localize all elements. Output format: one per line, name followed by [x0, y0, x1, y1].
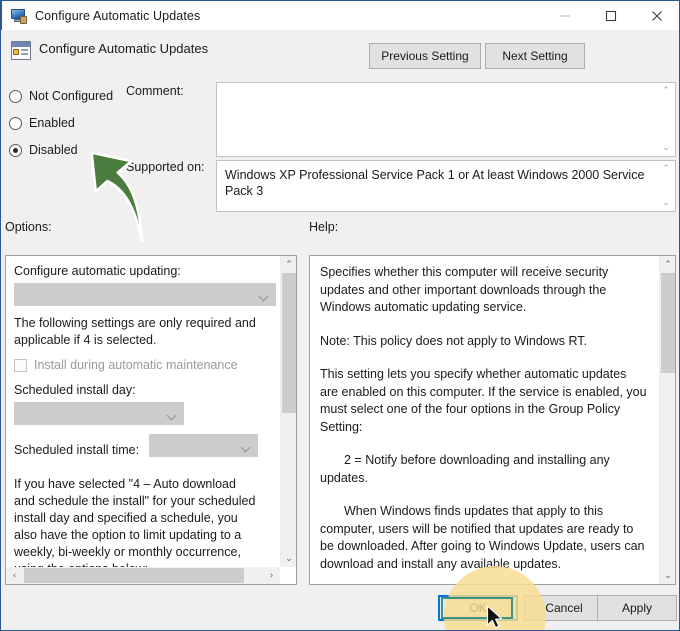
help-vertical-scrollbar[interactable]: ⌃ ⌄ [659, 256, 675, 584]
options-content: Configure automatic updating: The follow… [6, 256, 276, 576]
install-maintenance-label: Install during automatic maintenance [34, 358, 238, 372]
options-label: Options: [5, 220, 52, 234]
policy-icon-line-2 [21, 53, 28, 55]
supported-on-scroll-up-icon[interactable]: ⌃ [662, 162, 670, 176]
policy-setting-icon [11, 41, 31, 60]
radio-not-configured-indicator [9, 89, 22, 103]
comment-label: Comment: [126, 84, 184, 98]
radio-not-configured-label: Not Configured [29, 89, 114, 103]
supported-on-scrollbar[interactable]: ⌃ ⌄ [658, 162, 674, 210]
options-vscroll-thumb[interactable] [282, 273, 296, 413]
scheduled-install-time-label: Scheduled install time: [14, 443, 140, 457]
apply-button[interactable]: Apply [597, 595, 677, 621]
radio-enabled-label: Enabled [29, 116, 75, 130]
close-icon [652, 10, 662, 21]
close-button[interactable] [634, 1, 679, 30]
options-note: The following settings are only required… [14, 316, 256, 347]
configure-updating-dropdown[interactable] [14, 283, 276, 306]
help-vscroll-thumb[interactable] [661, 273, 675, 373]
maximize-icon [605, 10, 617, 21]
comment-scrollbar[interactable]: ⌃ ⌄ [658, 84, 674, 155]
ok-button[interactable]: OK [438, 595, 518, 621]
minimize-icon [560, 15, 570, 16]
page-title: Configure Automatic Updates [39, 41, 209, 56]
options-footer-note: If you have selected "4 – Auto download … [14, 477, 256, 576]
window-title: Configure Automatic Updates [35, 8, 201, 23]
options-hscroll-thumb[interactable] [24, 568, 244, 583]
scheduled-install-day-dropdown[interactable] [14, 402, 184, 425]
configure-updating-label: Configure automatic updating: [14, 264, 181, 278]
radio-option-not-configured[interactable]: Not Configured [9, 84, 124, 108]
supported-on-field[interactable]: Windows XP Professional Service Pack 1 o… [216, 160, 676, 212]
help-scroll-down-icon[interactable]: ⌄ [660, 567, 675, 584]
options-horizontal-scrollbar[interactable]: ‹ › [6, 567, 280, 584]
policy-state-radio-group: Not Configured Enabled Disabled [9, 84, 124, 165]
radio-option-enabled[interactable]: Enabled [9, 111, 124, 135]
install-maintenance-checkbox[interactable] [14, 358, 27, 372]
options-panel: Configure automatic updating: The follow… [5, 255, 297, 585]
options-scroll-up-icon[interactable]: ⌃ [281, 256, 296, 273]
options-scroll-right-icon[interactable]: › [263, 567, 280, 584]
help-paragraph: When Windows finds updates that apply to… [320, 504, 645, 571]
policy-icon-badge [13, 49, 19, 55]
minimize-button[interactable] [542, 1, 588, 30]
options-scroll-down-icon[interactable]: ⌄ [281, 550, 296, 567]
comment-input[interactable]: ⌃ ⌄ [216, 82, 676, 157]
help-label: Help: [309, 220, 339, 234]
help-paragraph: 2 = Notify before downloading and instal… [320, 453, 610, 485]
scheduled-install-time-dropdown[interactable] [149, 434, 258, 457]
radio-disabled-indicator [9, 143, 22, 157]
radio-disabled-label: Disabled [29, 143, 78, 157]
cancel-button[interactable]: Cancel [524, 595, 604, 621]
policy-icon-titlebar [12, 42, 30, 47]
install-maintenance-checkbox-row[interactable]: Install during automatic maintenance [14, 358, 258, 372]
supported-on-value: Windows XP Professional Service Pack 1 o… [225, 168, 645, 198]
comment-scroll-up-icon[interactable]: ⌃ [662, 84, 670, 98]
next-setting-button[interactable]: Next Setting [485, 43, 585, 69]
title-bar: Configure Automatic Updates [1, 0, 679, 31]
help-scroll-up-icon[interactable]: ⌃ [660, 256, 675, 273]
comment-scroll-down-icon[interactable]: ⌄ [662, 141, 670, 155]
monitor-icon-badge [20, 15, 27, 24]
radio-option-disabled[interactable]: Disabled [9, 138, 124, 162]
configure-automatic-updates-dialog: Configure Automatic Updates Configure Au… [0, 0, 680, 631]
help-panel: Specifies whether this computer will rec… [309, 255, 676, 585]
help-content: Specifies whether this computer will rec… [310, 256, 659, 584]
window-controls [542, 1, 679, 30]
options-vertical-scrollbar[interactable]: ⌃ ⌄ [280, 256, 296, 567]
previous-setting-button[interactable]: Previous Setting [369, 43, 481, 69]
help-paragraph: This setting lets you specify whether au… [320, 367, 647, 434]
monitor-icon [10, 7, 28, 25]
scheduled-install-time-row: Scheduled install time: [14, 434, 258, 466]
options-scroll-left-icon[interactable]: ‹ [6, 567, 23, 584]
policy-icon-line-1 [21, 49, 28, 51]
supported-on-label: Supported on: [126, 160, 205, 174]
radio-enabled-indicator [9, 116, 22, 130]
maximize-button[interactable] [588, 1, 634, 30]
supported-on-scroll-down-icon[interactable]: ⌄ [662, 196, 670, 210]
help-paragraph: Specifies whether this computer will rec… [320, 265, 609, 314]
help-paragraph: Note: This policy does not apply to Wind… [320, 333, 588, 348]
scheduled-install-day-label: Scheduled install day: [14, 383, 136, 397]
